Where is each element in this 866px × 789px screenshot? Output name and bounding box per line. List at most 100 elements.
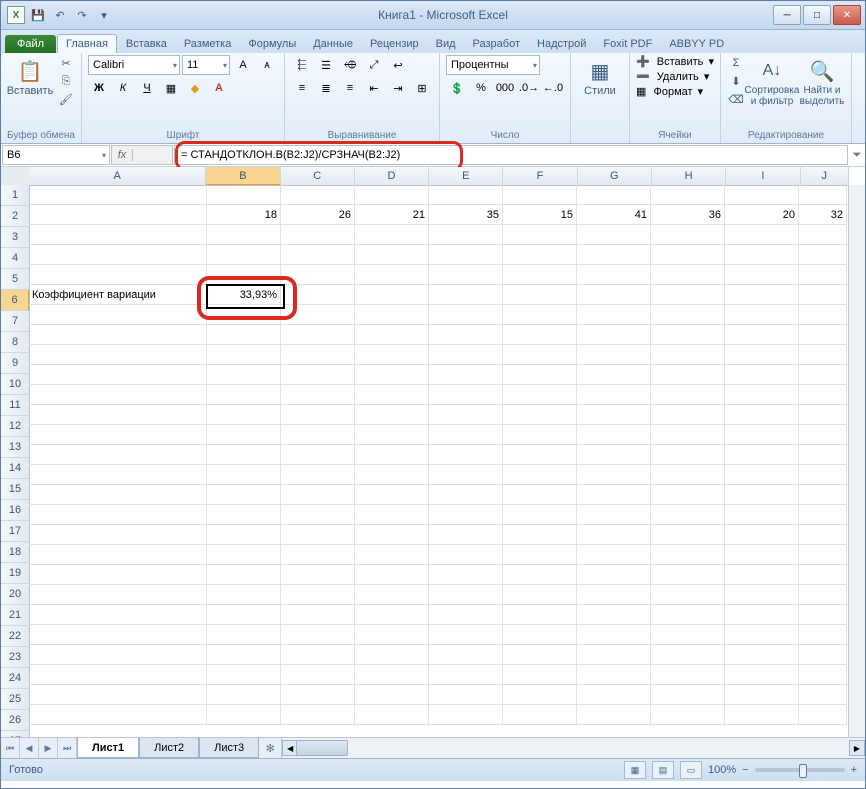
close-button[interactable]: ✕ [833,5,861,25]
qat-dropdown-icon[interactable]: ▾ [95,6,113,24]
row-header-1[interactable]: 1 [1,185,29,206]
tab-layout[interactable]: Разметка [176,35,240,53]
insert-cells-button[interactable]: ➕ Вставить ▾ [636,55,714,68]
align-top-icon[interactable]: ⬱ [291,55,313,75]
tab-insert[interactable]: Вставка [118,35,175,53]
sheet-tab-2[interactable]: Лист2 [139,738,199,758]
decrease-decimal-icon[interactable]: ←.0 [542,78,564,98]
horizontal-scrollbar[interactable]: ◀ ▶ [281,738,865,758]
redo-icon[interactable]: ↷ [73,6,91,24]
row-header-23[interactable]: 23 [1,647,29,668]
spreadsheet-grid[interactable]: ABCDEFGHIJ 12345678910111213141516171819… [1,167,865,737]
col-header-I[interactable]: I [726,167,800,185]
fill-icon[interactable]: ⬇ [727,73,745,89]
undo-icon[interactable]: ↶ [51,6,69,24]
row-header-17[interactable]: 17 [1,521,29,542]
row-header-4[interactable]: 4 [1,248,29,269]
tab-formulas[interactable]: Формулы [240,35,304,53]
paste-button[interactable]: 📋 Вставить [7,55,53,99]
row-header-6[interactable]: 6 [1,290,29,311]
col-header-G[interactable]: G [578,167,652,185]
fill-color-icon[interactable]: ◆ [184,78,206,98]
col-header-E[interactable]: E [429,167,503,185]
save-icon[interactable]: 💾 [29,6,47,24]
sheet-tab-3[interactable]: Лист3 [199,738,259,758]
align-center-icon[interactable]: ≣ [315,78,337,98]
tab-review[interactable]: Рецензир [362,35,427,53]
cell-H2[interactable]: 36 [651,205,725,225]
delete-cells-button[interactable]: ➖ Удалить ▾ [636,70,709,83]
cell-I2[interactable]: 20 [725,205,799,225]
row-header-10[interactable]: 10 [1,374,29,395]
row-header-19[interactable]: 19 [1,563,29,584]
bold-button[interactable]: Ж [88,78,110,98]
font-color-icon[interactable]: A [208,78,230,98]
cell-G2[interactable]: 41 [577,205,651,225]
row-header-21[interactable]: 21 [1,605,29,626]
row-header-26[interactable]: 26 [1,710,29,731]
clear-icon[interactable]: ⌫ [727,91,745,107]
tab-foxit[interactable]: Foxit PDF [595,35,660,53]
format-cells-button[interactable]: ▦ Формат ▾ [636,85,703,98]
row-header-24[interactable]: 24 [1,668,29,689]
sheet-nav-first-icon[interactable]: ⏮ [1,738,20,758]
cell-F2[interactable]: 15 [503,205,577,225]
styles-button[interactable]: ▦ Стили [577,55,623,99]
col-header-A[interactable]: A [29,167,206,185]
row-header-14[interactable]: 14 [1,458,29,479]
tab-home[interactable]: Главная [57,34,117,53]
fx-icon[interactable]: fx [112,149,133,161]
col-header-B[interactable]: B [206,167,280,185]
row-header-25[interactable]: 25 [1,689,29,710]
zoom-slider[interactable] [755,768,845,772]
sheet-tab-1[interactable]: Лист1 [77,738,139,758]
align-middle-icon[interactable]: ☰ [315,55,337,75]
cell-B6[interactable]: 33,93% [207,285,281,305]
col-header-H[interactable]: H [652,167,726,185]
row-header-7[interactable]: 7 [1,311,29,332]
percent-icon[interactable]: % [470,78,492,98]
tab-developer[interactable]: Разработ [465,35,528,53]
row-header-13[interactable]: 13 [1,437,29,458]
page-layout-view-icon[interactable]: ▤ [652,761,674,779]
font-name-combo[interactable]: Calibri [88,55,180,75]
row-header-3[interactable]: 3 [1,227,29,248]
align-right-icon[interactable]: ≡ [339,78,361,98]
increase-indent-icon[interactable]: ⇥ [387,78,409,98]
grow-font-icon[interactable]: A [232,55,254,75]
wrap-text-icon[interactable]: ↩ [387,55,409,75]
row-header-12[interactable]: 12 [1,416,29,437]
autosum-icon[interactable]: Σ [727,55,745,71]
new-sheet-icon[interactable]: ✻ [259,738,281,758]
col-header-C[interactable]: C [281,167,355,185]
row-header-8[interactable]: 8 [1,332,29,353]
row-header-2[interactable]: 2 [1,206,29,227]
col-header-D[interactable]: D [355,167,429,185]
cell-E2[interactable]: 35 [429,205,503,225]
increase-decimal-icon[interactable]: .0→ [518,78,540,98]
vertical-scrollbar[interactable] [848,185,865,737]
cell-C2[interactable]: 26 [281,205,355,225]
tab-abbyy[interactable]: ABBYY PD [661,35,732,53]
sort-filter-button[interactable]: A↓ Сортировка и фильтр [749,55,795,109]
italic-button[interactable]: К [112,78,134,98]
row-header-15[interactable]: 15 [1,479,29,500]
font-size-combo[interactable]: 11 [182,55,230,75]
underline-button[interactable]: Ч [136,78,158,98]
zoom-in-icon[interactable]: + [851,764,857,776]
decrease-indent-icon[interactable]: ⇤ [363,78,385,98]
tab-file[interactable]: Файл [5,35,56,53]
row-header-27[interactable]: 27 [1,731,29,737]
row-header-9[interactable]: 9 [1,353,29,374]
row-header-5[interactable]: 5 [1,269,29,290]
cell-J2[interactable]: 32 [799,205,847,225]
row-headers[interactable]: 1234567891011121314151617181920212223242… [1,185,30,737]
column-headers[interactable]: ABCDEFGHIJ [29,167,849,186]
col-header-F[interactable]: F [503,167,577,185]
format-painter-icon[interactable]: 🖌 [57,91,75,107]
number-format-combo[interactable]: Процентны [446,55,540,75]
copy-icon[interactable]: ⎘ [57,73,75,89]
page-break-view-icon[interactable]: ▭ [680,761,702,779]
row-header-16[interactable]: 16 [1,500,29,521]
shrink-font-icon[interactable]: ᴀ [256,55,278,75]
